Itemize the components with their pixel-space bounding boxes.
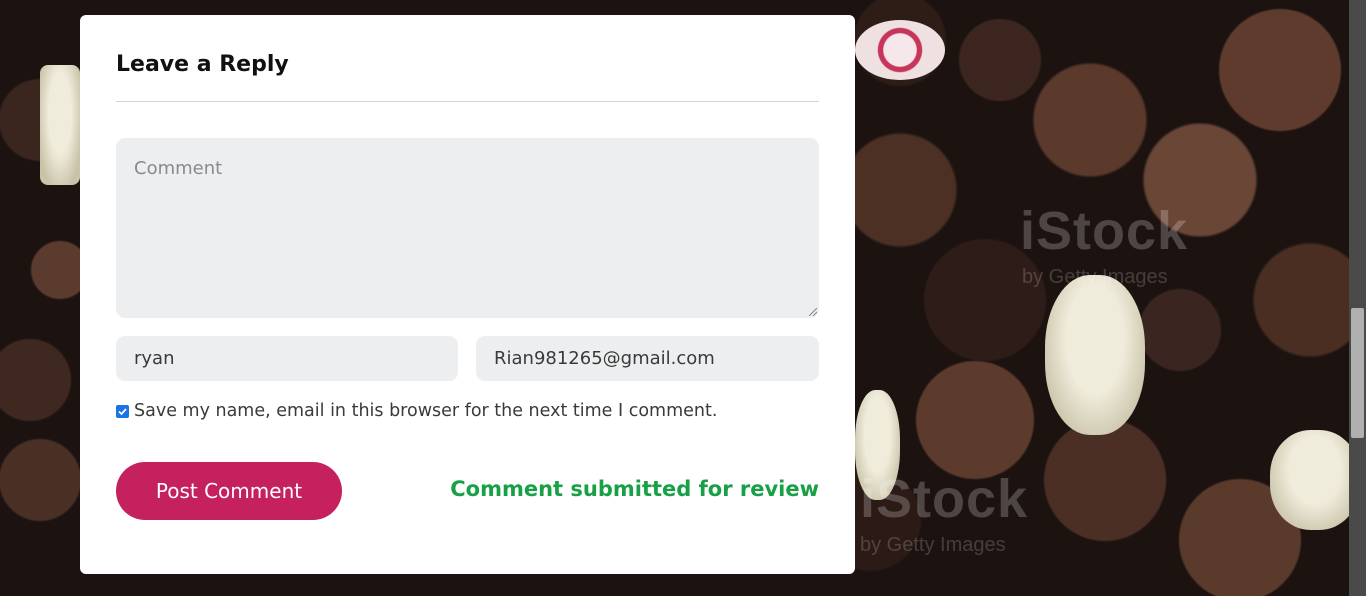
title-divider: [116, 101, 819, 102]
watermark-text: by Getty Images: [1022, 266, 1168, 288]
page-scrollbar[interactable]: [1349, 0, 1366, 596]
save-info-checkbox[interactable]: [116, 404, 129, 418]
save-info-row: Save my name, email in this browser for …: [116, 401, 717, 421]
checkmark-icon: [118, 407, 127, 415]
post-comment-button[interactable]: Post Comment: [116, 462, 342, 520]
watermark-text: by Getty Images: [860, 534, 1006, 556]
pink-chocolate: [855, 20, 945, 80]
white-chocolate: [40, 65, 80, 185]
watermark-logo: iStock: [1020, 201, 1189, 261]
form-title: Leave a Reply: [116, 52, 289, 77]
name-input[interactable]: ryan: [116, 336, 458, 381]
reply-form-card: Leave a Reply Comment ryan Rian981265@gm…: [80, 15, 855, 574]
white-chocolate: [1270, 430, 1360, 530]
status-message: Comment submitted for review: [450, 477, 819, 501]
comment-textarea[interactable]: Comment: [116, 138, 819, 318]
save-info-label: Save my name, email in this browser for …: [134, 401, 718, 421]
white-chocolate: [1045, 275, 1145, 435]
comment-placeholder: Comment: [134, 158, 223, 179]
watermark-logo: iStock: [860, 469, 1029, 529]
email-input[interactable]: Rian981265@gmail.com: [476, 336, 819, 381]
scrollbar-thumb[interactable]: [1351, 308, 1364, 438]
resize-grip-icon[interactable]: [809, 308, 817, 316]
